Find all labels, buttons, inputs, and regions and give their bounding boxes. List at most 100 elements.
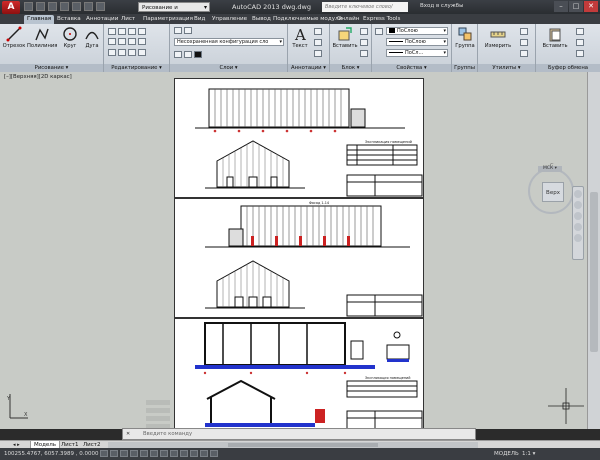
- zoom-icon[interactable]: [574, 212, 582, 220]
- layer-freeze-icon[interactable]: [184, 51, 192, 58]
- tab-insert[interactable]: Вставка: [54, 15, 84, 24]
- model-space-toggle[interactable]: МОДЕЛЬ: [494, 448, 519, 460]
- application-menu-button[interactable]: A: [2, 1, 20, 14]
- close-button[interactable]: ✕: [584, 1, 598, 12]
- drawing-area[interactable]: [–][Верхняя][2D каркас] Экспликация поме…: [0, 72, 587, 430]
- ducs-icon[interactable]: [160, 450, 168, 457]
- redo-icon[interactable]: [96, 2, 105, 11]
- layer-color-icon[interactable]: [194, 51, 202, 58]
- save-icon[interactable]: [48, 2, 57, 11]
- layer-iso-icon[interactable]: [174, 51, 182, 58]
- layer-properties-icon[interactable]: [174, 27, 182, 34]
- quick-select-icon[interactable]: [520, 50, 528, 57]
- panel-layers-title[interactable]: Слои ▾: [170, 64, 287, 72]
- tab-home[interactable]: Главная: [24, 15, 55, 24]
- dyn-icon[interactable]: [170, 450, 178, 457]
- calculator-icon[interactable]: [520, 28, 528, 35]
- fillet-icon[interactable]: [128, 38, 136, 45]
- explode-icon[interactable]: [138, 38, 146, 45]
- wcs-menu[interactable]: МСК ▾: [538, 166, 562, 172]
- viewport-controls[interactable]: [–][Верхняя][2D каркас]: [4, 74, 72, 80]
- panel-groups-title[interactable]: Группы ▾: [452, 64, 477, 79]
- linetype-combo[interactable]: ПоСлою: [386, 38, 448, 46]
- text-button[interactable]: A Текст: [290, 26, 310, 49]
- command-line[interactable]: Введите команду: [122, 428, 476, 440]
- circle-button[interactable]: Круг: [59, 26, 81, 49]
- copy-clip-icon[interactable]: [576, 39, 584, 46]
- select-all-icon[interactable]: [520, 39, 528, 46]
- tab-annotate[interactable]: Аннотации: [83, 15, 121, 24]
- arc-button[interactable]: Дуга: [82, 26, 102, 49]
- signin-button[interactable]: Вход в службы: [420, 3, 463, 9]
- copy-base-icon[interactable]: [576, 50, 584, 57]
- polar-icon[interactable]: [130, 450, 138, 457]
- maximize-button[interactable]: □: [569, 1, 583, 12]
- vertical-scrollbar[interactable]: [587, 72, 600, 429]
- insert-block-button[interactable]: Вставить: [332, 26, 358, 49]
- create-block-icon[interactable]: [360, 28, 368, 35]
- orbit-icon[interactable]: [574, 223, 582, 231]
- snap-icon[interactable]: [100, 450, 108, 457]
- stretch-icon[interactable]: [108, 49, 116, 56]
- move-icon[interactable]: [108, 28, 116, 35]
- annotation-scale[interactable]: 1:1 ▾: [522, 448, 535, 460]
- panel-block-title[interactable]: Блок ▾: [330, 64, 371, 72]
- copy-icon[interactable]: [108, 38, 116, 45]
- grid-icon[interactable]: [110, 450, 118, 457]
- erase-icon[interactable]: [138, 28, 146, 35]
- viewcube[interactable]: С Верх: [528, 163, 574, 214]
- search-input[interactable]: Введите ключевое слово/фразу: [322, 2, 408, 20]
- vertical-scroll-thumb[interactable]: [590, 192, 598, 352]
- lineweight-icon[interactable]: [180, 450, 188, 457]
- paste-button[interactable]: Вставить: [540, 26, 570, 49]
- color-combo[interactable]: ПоСлою: [386, 27, 448, 35]
- leader-icon[interactable]: [314, 39, 322, 46]
- tab-parametric[interactable]: Параметризация: [140, 15, 196, 24]
- otrack-icon[interactable]: [150, 450, 158, 457]
- cut-icon[interactable]: [576, 28, 584, 35]
- open-icon[interactable]: [36, 2, 45, 11]
- measure-button[interactable]: Измерить: [482, 26, 514, 49]
- table-icon[interactable]: [314, 50, 322, 57]
- quick-properties-icon[interactable]: [200, 450, 208, 457]
- polyline-button[interactable]: Полилиния: [27, 26, 57, 49]
- panel-utilities-title[interactable]: Утилиты ▾: [478, 64, 535, 72]
- array-icon[interactable]: [128, 49, 136, 56]
- viewcube-top-face[interactable]: Верх: [542, 182, 564, 202]
- group-button[interactable]: Группа: [453, 26, 477, 49]
- panel-properties-title[interactable]: Свойства ▾: [372, 64, 451, 72]
- transparency-icon[interactable]: [190, 450, 198, 457]
- offset-icon[interactable]: [138, 49, 146, 56]
- panel-clipboard-title[interactable]: Буфер обмена: [536, 64, 600, 72]
- mirror-icon[interactable]: [118, 38, 126, 45]
- tab-online[interactable]: Онлайн: [334, 15, 362, 24]
- trim-icon[interactable]: [128, 28, 136, 35]
- undo-icon[interactable]: [84, 2, 93, 11]
- tab-express-tools[interactable]: Express Tools: [360, 15, 403, 24]
- panel-draw-title[interactable]: Рисование ▾: [0, 64, 103, 72]
- layer-config-combo[interactable]: Несохраненная конфигурация сло: [174, 38, 284, 46]
- panel-annotation-title[interactable]: Аннотации ▾: [288, 64, 329, 72]
- dimension-icon[interactable]: [314, 28, 322, 35]
- tab-layout[interactable]: Лист: [118, 15, 138, 24]
- panel-modify-title[interactable]: Редактирование ▾: [104, 64, 169, 72]
- attribute-icon[interactable]: [360, 50, 368, 57]
- horizontal-scroll-thumb[interactable]: [228, 443, 378, 447]
- ortho-icon[interactable]: [120, 450, 128, 457]
- line-button[interactable]: Отрезок: [2, 26, 26, 49]
- selection-cycling-icon[interactable]: [210, 450, 218, 457]
- layer-state-icon[interactable]: [184, 27, 192, 34]
- match-properties-icon[interactable]: [375, 28, 383, 35]
- edit-block-icon[interactable]: [360, 39, 368, 46]
- save-as-icon[interactable]: [60, 2, 69, 11]
- tab-manage[interactable]: Управление: [209, 15, 250, 24]
- pan-icon[interactable]: [574, 201, 582, 209]
- showmotion-icon[interactable]: [574, 234, 582, 242]
- steering-wheel-icon[interactable]: [574, 190, 582, 198]
- lineweight-combo[interactable]: ПоСл...: [386, 49, 448, 57]
- print-icon[interactable]: [72, 2, 81, 11]
- tab-view[interactable]: Вид: [191, 15, 208, 24]
- scale-icon[interactable]: [118, 49, 126, 56]
- new-icon[interactable]: [24, 2, 33, 11]
- rotate-icon[interactable]: [118, 28, 126, 35]
